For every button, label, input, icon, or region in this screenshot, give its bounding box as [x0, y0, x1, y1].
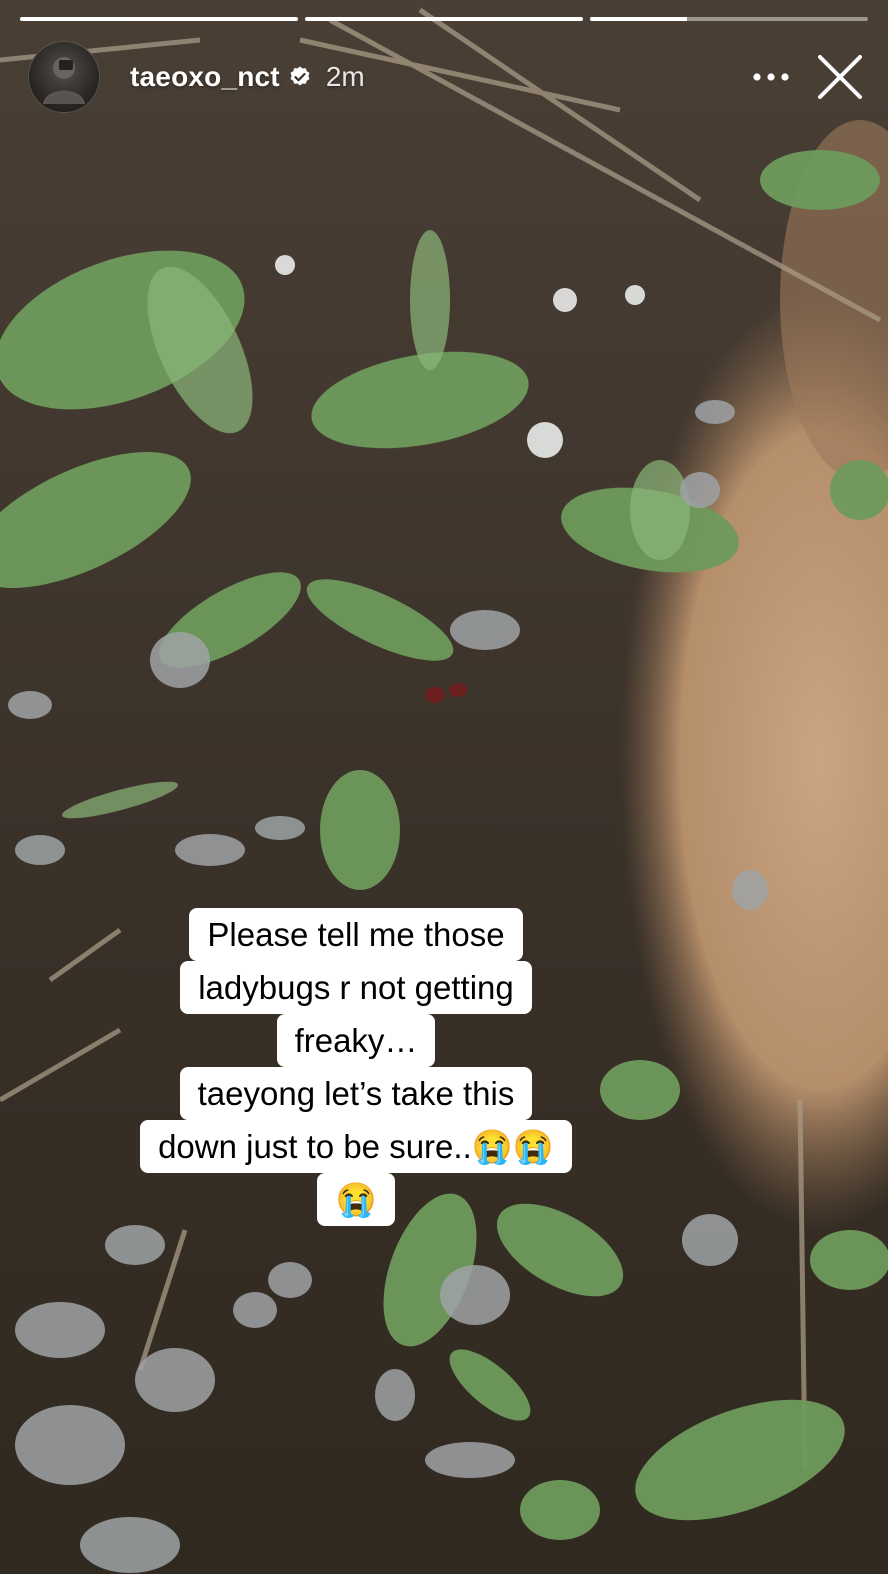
- story-viewer[interactable]: taeoxo_nct 2m Please tell me those ladyb…: [0, 0, 888, 1574]
- story-progress-bar: [20, 17, 868, 21]
- caption-line: freaky…: [84, 1014, 628, 1067]
- profile-photo-icon: [43, 57, 85, 104]
- caption-line: Please tell me those: [84, 908, 628, 961]
- progress-segment: [590, 17, 868, 21]
- progress-fill: [590, 17, 688, 21]
- story-header: taeoxo_nct 2m: [28, 40, 868, 114]
- caption-text: taeyong let’s take this: [179, 1067, 533, 1120]
- caption-text: Please tell me those: [189, 908, 523, 961]
- garden-soil-photo: [0, 0, 888, 1574]
- post-timestamp: 2m: [325, 61, 365, 92]
- more-horizontal-icon: [753, 73, 789, 81]
- progress-fill: [20, 17, 298, 21]
- caption-line: taeyong let’s take this: [84, 1067, 628, 1120]
- username[interactable]: taeoxo_nct: [130, 61, 280, 93]
- caption-line: 😭: [84, 1173, 628, 1226]
- caption-line: down just to be sure..😭😭: [84, 1120, 628, 1173]
- caption-line: ladybugs r not getting: [84, 961, 628, 1014]
- avatar[interactable]: [28, 41, 100, 113]
- close-icon: [818, 55, 862, 99]
- story-photo: [0, 0, 888, 1574]
- verified-badge-icon: [288, 65, 312, 89]
- caption-text: freaky…: [276, 1014, 436, 1067]
- progress-segment: [20, 17, 298, 21]
- caption-text: down just to be sure..😭😭: [140, 1120, 572, 1173]
- caption-text: 😭: [317, 1173, 395, 1226]
- more-options-button[interactable]: [746, 57, 796, 97]
- progress-segment: [305, 17, 583, 21]
- story-caption: Please tell me those ladybugs r not gett…: [84, 908, 628, 1226]
- caption-text: ladybugs r not getting: [180, 961, 532, 1014]
- close-button[interactable]: [812, 49, 868, 105]
- progress-fill: [305, 17, 583, 21]
